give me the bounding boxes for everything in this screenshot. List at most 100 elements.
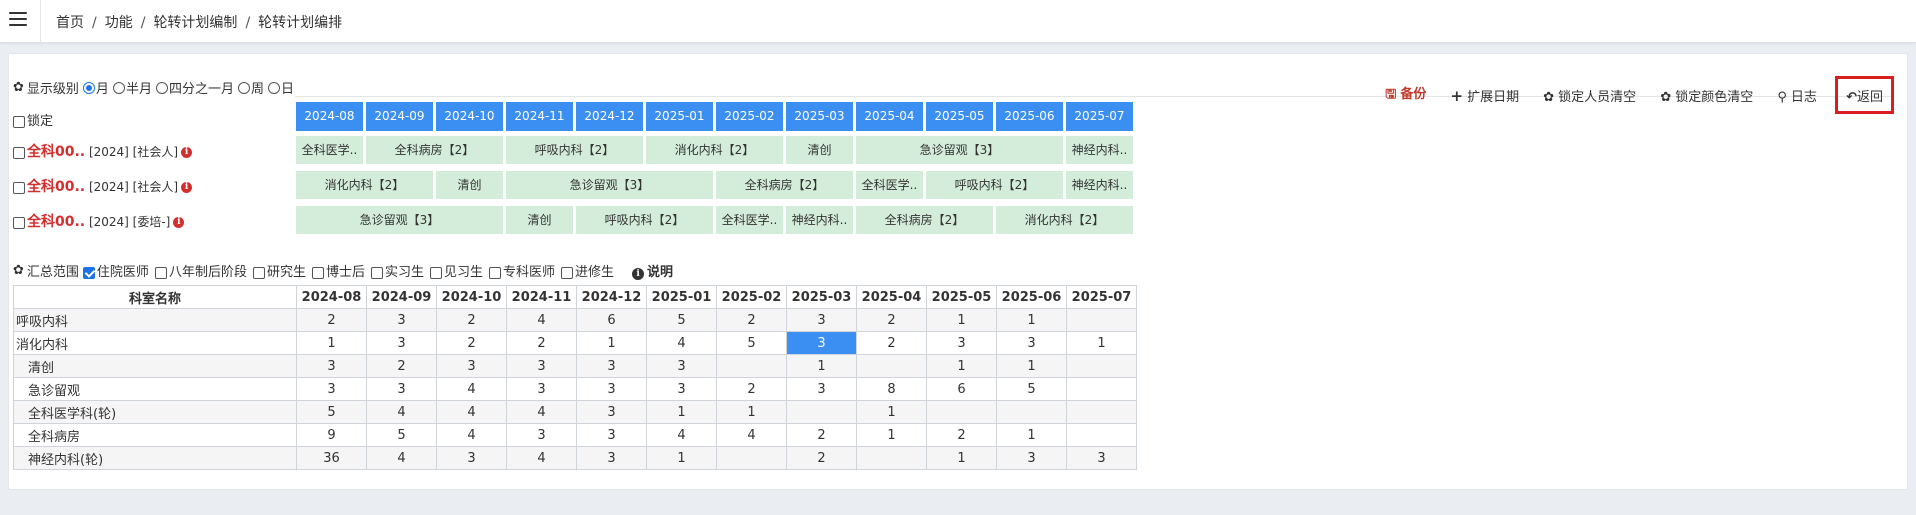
count-cell[interactable]: 4	[506, 446, 577, 470]
log-button[interactable]: ⚲ 日志	[1777, 86, 1817, 105]
person-name[interactable]: 全科00..	[27, 179, 85, 195]
count-cell[interactable]: 3	[576, 354, 647, 378]
count-cell[interactable]: 9	[296, 423, 367, 447]
count-cell[interactable]: 1	[926, 308, 997, 332]
count-cell[interactable]: 4	[506, 308, 577, 332]
summary-option-checkbox[interactable]	[561, 266, 574, 279]
count-cell[interactable]: 3	[506, 423, 577, 447]
month-header[interactable]: 2025-07	[1066, 102, 1133, 131]
count-cell[interactable]: 2	[786, 446, 857, 470]
radio-quarter-month-label[interactable]: 四分之一月	[169, 78, 234, 97]
count-cell[interactable]: 5	[646, 308, 717, 332]
rotation-cell[interactable]: 全科病房【2】	[856, 206, 993, 234]
rotation-cell[interactable]: 急诊留观【3】	[506, 171, 713, 199]
backup-button[interactable]: 🖫 备份	[1385, 83, 1426, 107]
breadcrumb-function[interactable]: 功能	[105, 15, 133, 31]
count-cell[interactable]: 1	[296, 331, 367, 355]
summary-option[interactable]: 实习生	[370, 261, 424, 280]
count-cell[interactable]: 2	[436, 331, 507, 355]
count-cell[interactable]: 2	[366, 354, 437, 378]
menu-icon[interactable]	[9, 12, 27, 28]
rotation-cell[interactable]: 神经内科..	[1066, 136, 1133, 164]
month-header[interactable]: 2025-03	[786, 102, 853, 131]
count-cell[interactable]: 5	[296, 400, 367, 424]
count-cell[interactable]	[1066, 377, 1137, 401]
month-header[interactable]: 2025-06	[996, 102, 1063, 131]
count-cell[interactable]	[926, 400, 997, 424]
summary-option-checkbox[interactable]	[430, 266, 442, 279]
count-cell[interactable]: 1	[996, 354, 1067, 378]
rotation-cell[interactable]: 全科病房【2】	[716, 171, 853, 199]
radio-quarter-month[interactable]	[155, 81, 168, 94]
radio-week[interactable]	[237, 81, 250, 94]
radio-day-label[interactable]: 日	[281, 78, 294, 97]
count-cell[interactable]: 8	[856, 377, 927, 401]
count-cell[interactable]: 2	[786, 423, 857, 447]
count-cell[interactable]: 3	[506, 377, 577, 401]
summary-option-checkbox[interactable]	[370, 266, 383, 279]
count-cell[interactable]	[996, 400, 1067, 424]
radio-day[interactable]	[267, 81, 280, 94]
summary-option-checkbox[interactable]	[311, 266, 324, 279]
summary-option-checkbox[interactable]	[154, 266, 167, 279]
rotation-cell[interactable]: 急诊留观【3】	[296, 206, 503, 234]
month-header[interactable]: 2025-04	[856, 102, 923, 131]
count-cell[interactable]: 6	[926, 377, 997, 401]
summary-option[interactable]: 见习生	[430, 261, 483, 280]
count-cell[interactable]: 2	[436, 308, 507, 332]
count-cell[interactable]: 2	[296, 308, 367, 332]
explain-button[interactable]: i 说明	[632, 261, 673, 280]
count-cell[interactable]: 36	[296, 446, 367, 470]
person-name[interactable]: 全科00..	[27, 214, 85, 230]
count-cell[interactable]: 4	[436, 400, 507, 424]
count-cell[interactable]: 3	[996, 331, 1067, 355]
count-cell[interactable]: 3	[576, 377, 647, 401]
count-cell[interactable]: 1	[646, 400, 717, 424]
clear-color-button[interactable]: ✿ 锁定颜色清空	[1660, 86, 1753, 105]
rotation-cell[interactable]: 清创	[786, 136, 853, 164]
rotation-cell[interactable]: 清创	[506, 206, 573, 234]
person-lock-checkbox[interactable]	[13, 216, 25, 229]
count-cell[interactable]: 3	[436, 446, 507, 470]
rotation-cell[interactable]: 全科医学..	[716, 206, 783, 234]
count-cell[interactable]: 2	[716, 377, 787, 401]
count-cell[interactable]: 4	[716, 423, 787, 447]
lock-all-checkbox[interactable]	[13, 115, 25, 128]
person-lock-checkbox[interactable]	[13, 181, 25, 194]
count-cell[interactable]: 4	[436, 423, 507, 447]
count-cell[interactable]: 4	[436, 377, 507, 401]
count-cell[interactable]: 5	[996, 377, 1067, 401]
summary-option-checkbox[interactable]	[252, 266, 265, 279]
count-cell[interactable]	[716, 354, 787, 378]
rotation-cell[interactable]: 全科医学..	[856, 171, 923, 199]
count-cell[interactable]: 3	[996, 446, 1067, 470]
rotation-cell[interactable]: 消化内科【2】	[996, 206, 1133, 234]
count-cell[interactable]: 1	[926, 354, 997, 378]
count-cell[interactable]: 3	[576, 423, 647, 447]
count-cell[interactable]: 3	[646, 377, 717, 401]
count-cell[interactable]: 4	[506, 400, 577, 424]
count-cell[interactable]	[856, 446, 927, 470]
rotation-cell[interactable]: 神经内科..	[1066, 171, 1133, 199]
count-cell[interactable]: 4	[646, 331, 717, 355]
summary-option[interactable]: 研究生	[252, 261, 306, 280]
rotation-cell[interactable]: 全科医学..	[296, 136, 363, 164]
count-cell[interactable]: 5	[716, 331, 787, 355]
count-cell[interactable]: 4	[646, 423, 717, 447]
rotation-cell[interactable]: 呼吸内科【2】	[926, 171, 1063, 199]
count-cell[interactable]: 2	[856, 308, 927, 332]
rotation-cell[interactable]: 神经内科..	[786, 206, 853, 234]
count-cell[interactable]: 4	[366, 400, 437, 424]
rotation-cell[interactable]: 全科病房【2】	[366, 136, 503, 164]
count-cell[interactable]: 1	[856, 423, 927, 447]
count-cell[interactable]: 3	[296, 377, 367, 401]
rotation-cell[interactable]: 呼吸内科【2】	[506, 136, 643, 164]
radio-month-label[interactable]: 月	[96, 78, 109, 97]
summary-option[interactable]: 住院医师	[82, 261, 149, 280]
count-cell[interactable]: 3	[366, 331, 437, 355]
count-cell[interactable]: 1	[786, 354, 857, 378]
count-cell[interactable]: 3	[436, 354, 507, 378]
summary-option[interactable]: 进修生	[561, 261, 614, 280]
count-cell[interactable]: 6	[576, 308, 647, 332]
count-cell[interactable]: 1	[856, 400, 927, 424]
